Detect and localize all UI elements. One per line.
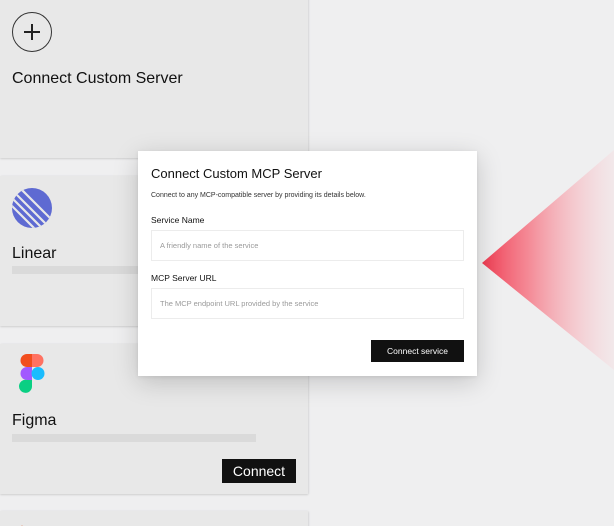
figma-title: Figma	[12, 412, 57, 429]
modal-description: Connect to any MCP-compatible server by …	[151, 192, 366, 199]
service-name-label: Service Name	[151, 215, 205, 225]
custom-server-card[interactable]: Connect Custom Server	[0, 0, 308, 158]
linear-title: Linear	[12, 245, 57, 262]
service-logo-icon	[21, 525, 23, 526]
modal-title: Connect Custom MCP Server	[151, 166, 322, 181]
connect-custom-mcp-modal: Connect Custom MCP Server Connect to any…	[138, 151, 477, 376]
server-url-label: MCP Server URL	[151, 273, 217, 283]
figma-description-placeholder	[12, 434, 256, 442]
server-url-input[interactable]	[151, 288, 464, 319]
page: Connect Custom Server Linear Figma Conne…	[0, 0, 614, 526]
next-service-card[interactable]	[0, 511, 308, 526]
linear-logo-icon	[12, 188, 52, 228]
connect-service-button[interactable]: Connect service	[371, 340, 464, 362]
linear-description-placeholder	[12, 266, 138, 274]
custom-server-title: Connect Custom Server	[12, 70, 183, 87]
service-name-input[interactable]	[151, 230, 464, 261]
figma-connect-button[interactable]: Connect	[222, 459, 296, 483]
figma-logo-icon	[19, 354, 45, 393]
plus-icon[interactable]	[12, 12, 52, 52]
